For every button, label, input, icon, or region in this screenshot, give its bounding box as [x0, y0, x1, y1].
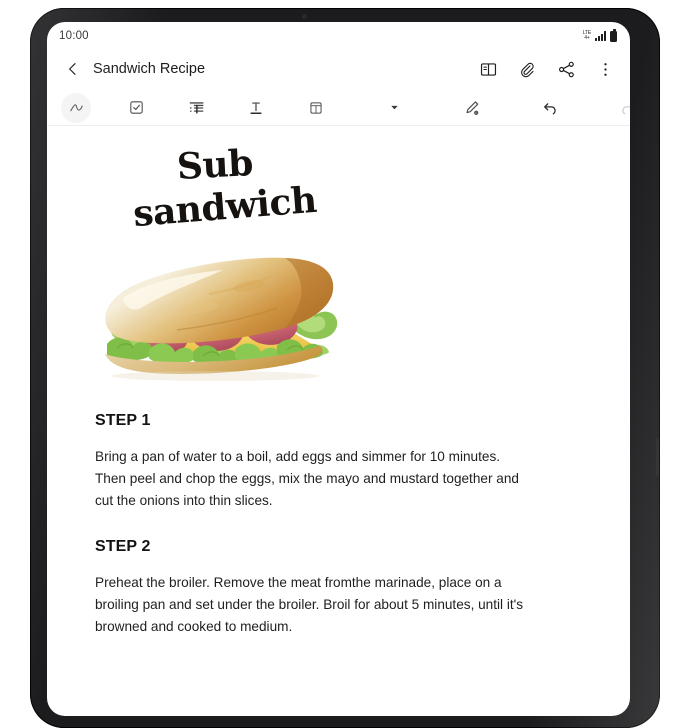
power-button[interactable] — [656, 438, 659, 476]
insert-table-button[interactable] — [301, 93, 331, 123]
step-2-body: Preheat the broiler. Remove the meat fro… — [95, 575, 524, 635]
more-options-icon[interactable] — [595, 59, 616, 80]
sandwich-illustration — [89, 246, 359, 386]
app-header: Sandwich Recipe — [47, 48, 630, 90]
view-mode-icon[interactable] — [478, 59, 499, 80]
battery-icon — [610, 29, 617, 42]
editor-toolbar — [47, 90, 630, 126]
pen-settings-button[interactable] — [457, 93, 487, 123]
note-content-area[interactable]: Sub sandwich STEP 1 Bring a pan of water… — [47, 126, 630, 716]
header-actions — [478, 59, 618, 80]
status-bar: 10:00 LTE 4+ — [47, 22, 630, 48]
status-icons: LTE 4+ — [583, 29, 617, 42]
back-button[interactable] — [61, 57, 85, 81]
redo-icon — [622, 102, 630, 114]
attach-icon[interactable] — [517, 59, 538, 80]
redo-button[interactable] — [613, 93, 630, 123]
checkbox-icon — [129, 101, 143, 114]
insert-table-icon — [310, 101, 322, 114]
chevron-left-icon — [69, 63, 76, 75]
note-heading-line-1: Sub — [175, 142, 254, 188]
undo-button[interactable] — [535, 93, 565, 123]
device-screen: 10:00 LTE 4+ Sandwich Recipe Sub sandwic… — [47, 22, 630, 716]
sub-sandwich-watercolor-icon — [105, 257, 338, 381]
page-title: Sandwich Recipe — [93, 61, 206, 77]
text-format-button[interactable] — [241, 93, 271, 123]
front-camera-icon — [302, 14, 307, 19]
pen-tool-icon — [69, 104, 83, 112]
tablet-device-frame: 10:00 LTE 4+ Sandwich Recipe Sub sandwic… — [30, 8, 660, 728]
step-2-heading: STEP 2 — [95, 538, 151, 556]
note-heading-line-2: sandwich — [131, 178, 319, 236]
more-tools-button[interactable] — [379, 93, 409, 123]
undo-icon — [544, 102, 556, 114]
pen-tool-button[interactable] — [61, 92, 91, 123]
paragraph-format-icon — [189, 102, 204, 114]
text-format-icon — [250, 101, 262, 114]
pen-settings-icon — [466, 100, 479, 115]
step-1-body: Bring a pan of water to a boil, add eggs… — [95, 449, 519, 509]
status-time: 10:00 — [59, 30, 89, 42]
note-heading: Sub sandwich — [59, 140, 618, 250]
paragraph-format-button[interactable] — [181, 93, 211, 123]
signal-bars-icon — [595, 31, 606, 41]
checklist-button[interactable] — [121, 93, 151, 123]
step-1-heading: STEP 1 — [95, 412, 151, 429]
share-icon[interactable] — [556, 59, 577, 80]
lte-icon: LTE 4+ — [583, 30, 591, 42]
lte-label-bottom: 4+ — [584, 35, 590, 42]
chevron-down-icon — [390, 105, 398, 110]
